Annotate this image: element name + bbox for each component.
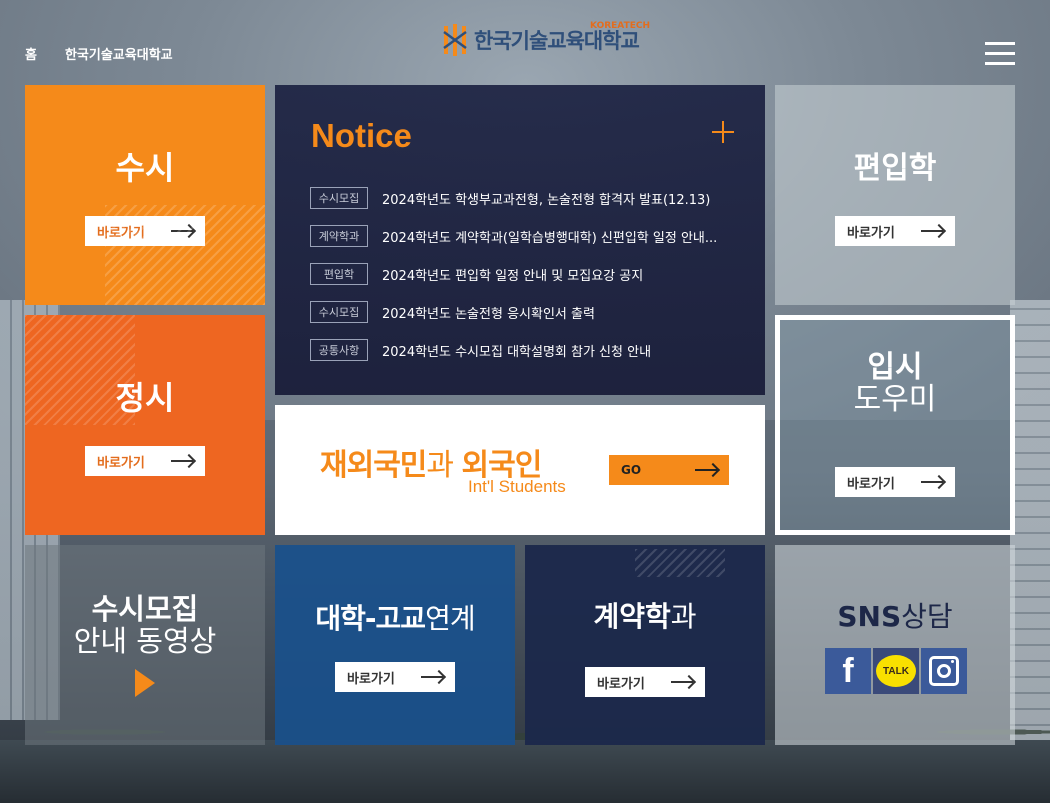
helper-title-bold: 입시 [867, 350, 923, 385]
breadcrumb-university[interactable]: 한국기술교육대학교 [65, 44, 173, 63]
logo-subtext: KOREATECH [590, 21, 650, 31]
intl-title-light: 과 [426, 448, 462, 483]
tile-university-highschool[interactable]: 대학-고교연계 바로가기 [275, 545, 515, 745]
video-title-bold: 수시모집 [91, 592, 199, 626]
notice-item[interactable]: 계약학과 2024학년도 계약학과(일학습병행대학) 신편입학 일정 안내... [310, 224, 740, 248]
sns-title: SNS상담 [775, 595, 1015, 635]
notice-panel: Notice 수시모집 2024학년도 학생부교과전형, 논술전형 합격자 발표… [275, 85, 765, 395]
kakao-bubble: TALK [876, 655, 916, 687]
intl-go-button[interactable]: GO [609, 455, 729, 485]
helper-go-label: 바로가기 [847, 476, 895, 492]
arrow-right-icon [421, 671, 445, 683]
sns-title-light: 상담 [901, 600, 953, 633]
susi-go-label: 바로가기 [97, 225, 145, 241]
contract-title-bold: 계약학 [593, 600, 671, 633]
univ-title-bold: 대학-고교 [315, 602, 426, 635]
notice-item[interactable]: 수시모집 2024학년도 학생부교과전형, 논술전형 합격자 발표(12.13) [310, 186, 740, 210]
breadcrumb: 홈 한국기술교육대학교 [25, 44, 173, 63]
notice-item[interactable]: 수시모집 2024학년도 논술전형 응시확인서 출력 [310, 300, 740, 324]
univ-title-light: 연계 [425, 602, 476, 635]
transfer-go-label: 바로가기 [847, 225, 895, 241]
play-icon[interactable] [135, 669, 155, 697]
tile-transfer[interactable]: 편입학 바로가기 [775, 85, 1015, 305]
notice-item[interactable]: 편입학 2024학년도 편입학 일정 안내 및 모집요강 공지 [310, 262, 740, 286]
susi-go-button[interactable]: 바로가기 [85, 216, 205, 246]
contract-title: 계약학과 [525, 595, 765, 635]
tile-susi[interactable]: 수시 바로가기 [25, 85, 265, 305]
univ-go-label: 바로가기 [347, 671, 395, 687]
hamburger-menu-icon[interactable] [985, 42, 1015, 66]
tile-jungsi-title: 정시 [115, 379, 175, 417]
helper-title-light: 도우미 [853, 382, 937, 417]
helper-go-button[interactable]: 바로가기 [835, 467, 955, 497]
univ-title: 대학-고교연계 [275, 597, 515, 637]
university-emblem-icon [443, 24, 467, 56]
video-title: 수시모집 안내 동영상 [25, 593, 265, 657]
arrow-right-icon [921, 476, 945, 488]
contract-go-label: 바로가기 [597, 676, 645, 692]
tile-admission-helper[interactable]: 입시 도우미 바로가기 [775, 315, 1015, 535]
arrow-right-icon [671, 676, 695, 688]
sns-title-bold: SNS [837, 600, 902, 633]
helper-title: 입시 도우미 [780, 352, 1010, 416]
contract-go-button[interactable]: 바로가기 [585, 667, 705, 697]
instagram-icon[interactable] [921, 648, 967, 694]
notice-tag: 수시모집 [310, 301, 368, 323]
notice-text[interactable]: 2024학년도 편입학 일정 안내 및 모집요강 공지 [382, 265, 643, 284]
transfer-go-button[interactable]: 바로가기 [835, 216, 955, 246]
notice-tag: 계약학과 [310, 225, 368, 247]
notice-text[interactable]: 2024학년도 논술전형 응시확인서 출력 [382, 303, 595, 322]
tile-contract-department[interactable]: 계약학과 바로가기 [525, 545, 765, 745]
tile-sns-consult: SNS상담 f TALK [775, 545, 1015, 745]
header: 홈 한국기술교육대학교 한국기술교육대학교 KOREATECH [0, 0, 1050, 85]
intl-title-bold-1: 재외국민 [320, 448, 427, 483]
jungsi-go-button[interactable]: 바로가기 [85, 446, 205, 476]
arrow-right-icon [171, 225, 195, 237]
tile-susi-title: 수시 [115, 149, 175, 187]
tile-video[interactable]: 수시모집 안내 동영상 [25, 545, 265, 745]
tile-jungsi[interactable]: 정시 바로가기 [25, 315, 265, 535]
video-title-light: 안내 동영상 [73, 624, 217, 658]
notice-more-plus-icon[interactable] [712, 121, 734, 143]
tile-transfer-title: 편입학 [853, 151, 937, 186]
intl-subtitle: Int'l Students [468, 477, 566, 496]
univ-go-button[interactable]: 바로가기 [335, 662, 455, 692]
notice-text[interactable]: 2024학년도 수시모집 대학설명회 참가 신청 안내 [382, 341, 651, 360]
notice-item[interactable]: 공통사항 2024학년도 수시모집 대학설명회 참가 신청 안내 [310, 338, 740, 362]
arrow-right-icon [171, 455, 195, 467]
jungsi-go-label: 바로가기 [97, 455, 145, 471]
instagram-glyph [929, 656, 959, 686]
facebook-letter: f [842, 651, 854, 690]
notice-list: 수시모집 2024학년도 학생부교과전형, 논술전형 합격자 발표(12.13)… [310, 186, 740, 376]
breadcrumb-home[interactable]: 홈 [25, 44, 37, 63]
notice-tag: 편입학 [310, 263, 368, 285]
notice-tag: 수시모집 [310, 187, 368, 209]
background-ground [0, 740, 1050, 803]
notice-text[interactable]: 2024학년도 계약학과(일학습병행대학) 신편입학 일정 안내... [382, 227, 717, 246]
background-building-right [1010, 300, 1050, 740]
arrow-right-icon [695, 464, 719, 476]
arrow-right-icon [921, 225, 945, 237]
intl-go-label: GO [621, 463, 642, 477]
logo[interactable]: 한국기술교육대학교 KOREATECH [442, 21, 650, 58]
sns-icons: f TALK [825, 648, 967, 694]
kakaotalk-icon[interactable]: TALK [873, 648, 919, 694]
notice-title: Notice [311, 117, 412, 154]
tile-international[interactable]: 재외국민과 외국인 Int'l Students GO [275, 405, 765, 535]
notice-text[interactable]: 2024학년도 학생부교과전형, 논술전형 합격자 발표(12.13) [382, 189, 710, 208]
notice-tag: 공통사항 [310, 339, 368, 361]
contract-title-light: 과 [670, 600, 697, 633]
facebook-icon[interactable]: f [825, 648, 871, 694]
